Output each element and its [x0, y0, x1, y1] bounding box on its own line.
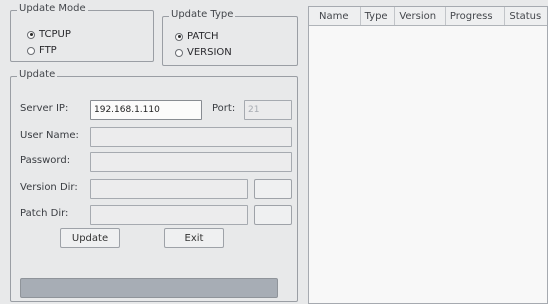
port-label: Port: [212, 103, 236, 114]
column-version[interactable]: Version [395, 7, 446, 25]
column-progress[interactable]: Progress [446, 7, 506, 25]
radio-tcpup-indicator[interactable] [27, 30, 35, 39]
version-dir-label: Version Dir: [20, 182, 78, 193]
table-body[interactable] [309, 26, 547, 304]
patch-dir-input[interactable] [90, 205, 248, 225]
user-name-input[interactable] [90, 127, 292, 147]
radio-version-label: VERSION [187, 47, 232, 58]
update-mode-legend: Update Mode [17, 3, 88, 14]
column-type[interactable]: Type [361, 7, 396, 25]
server-ip-input[interactable] [90, 100, 202, 120]
password-input[interactable] [90, 152, 292, 172]
table-header: Name Type Version Progress Status [309, 7, 547, 26]
user-name-label: User Name: [20, 130, 79, 141]
radio-ftp-label: FTP [39, 45, 57, 56]
version-dir-input[interactable] [90, 179, 248, 199]
update-progress-bar [20, 278, 278, 298]
radio-patch-indicator[interactable] [175, 32, 183, 41]
port-input[interactable] [244, 100, 292, 120]
radio-ftp[interactable]: FTP [27, 45, 57, 56]
exit-button[interactable]: Exit [164, 228, 224, 248]
update-button[interactable]: Update [60, 228, 120, 248]
radio-tcpup-label: TCPUP [39, 29, 71, 40]
radio-patch[interactable]: PATCH [175, 31, 218, 42]
patch-dir-label: Patch Dir: [20, 208, 69, 219]
radio-ftp-indicator[interactable] [27, 46, 35, 55]
version-dir-browse-button[interactable] [254, 179, 292, 199]
update-mode-group: Update Mode TCPUP FTP [10, 3, 154, 62]
server-ip-label: Server IP: [20, 103, 69, 114]
password-label: Password: [20, 155, 71, 166]
radio-patch-label: PATCH [187, 31, 219, 42]
radio-tcpup[interactable]: TCPUP [27, 29, 71, 40]
radio-version[interactable]: VERSION [175, 47, 232, 58]
update-legend: Update [17, 69, 58, 80]
column-name[interactable]: Name [309, 7, 361, 25]
column-status[interactable]: Status [505, 7, 547, 25]
update-type-group: Update Type PATCH VERSION [162, 9, 298, 66]
radio-version-indicator[interactable] [175, 48, 183, 57]
file-table: Name Type Version Progress Status [308, 6, 548, 304]
patch-dir-browse-button[interactable] [254, 205, 292, 225]
update-type-legend: Update Type [169, 9, 236, 20]
